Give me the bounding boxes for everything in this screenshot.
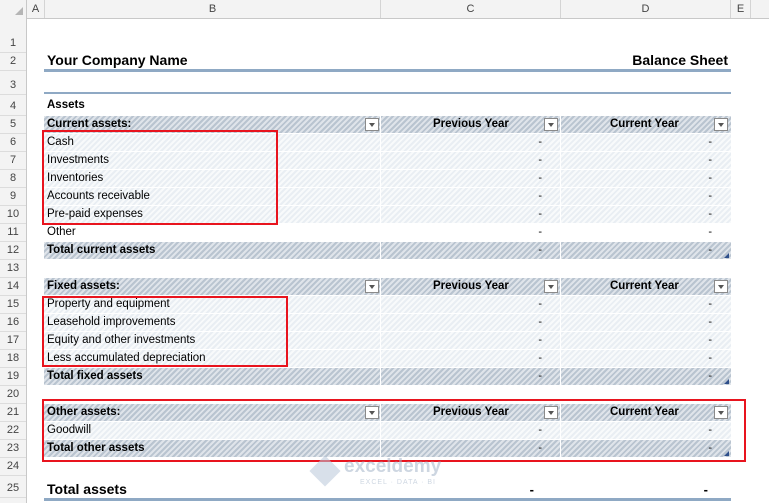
total-assets-rule [44, 498, 731, 501]
row-header[interactable]: 7 [0, 151, 26, 170]
row-header[interactable]: 16 [0, 313, 26, 332]
row-header[interactable]: 9 [0, 187, 26, 206]
column-header-c[interactable]: C [381, 0, 561, 18]
fixed-curr-filter-dropdown[interactable] [714, 280, 728, 293]
fixed-assets-label[interactable]: Fixed assets: [47, 280, 120, 292]
current-prev-filter-dropdown[interactable] [544, 118, 558, 131]
row-header[interactable]: 25 [0, 479, 26, 498]
value-cell[interactable]: - [700, 136, 712, 148]
row-header[interactable]: 3 [0, 76, 26, 95]
value-cell[interactable]: - [700, 370, 712, 382]
value-cell[interactable]: - [530, 226, 542, 238]
value-cell[interactable]: - [700, 298, 712, 310]
column-divider [560, 278, 561, 385]
current-curr-year-header[interactable]: Current Year [610, 118, 679, 130]
fixed-total-label[interactable]: Total fixed assets [47, 370, 143, 382]
value-cell[interactable]: - [700, 244, 712, 256]
value-cell[interactable]: - [530, 190, 542, 202]
assets-rule [44, 92, 731, 94]
current-assets-filter-dropdown[interactable] [365, 118, 379, 131]
value-cell[interactable]: - [530, 136, 542, 148]
value-cell[interactable]: - [530, 172, 542, 184]
select-all-corner[interactable] [0, 0, 27, 18]
total-assets-curr[interactable]: - [696, 482, 708, 497]
value-cell[interactable]: - [700, 352, 712, 364]
value-cell[interactable]: - [530, 154, 542, 166]
fixed-assets-filter-dropdown[interactable] [365, 280, 379, 293]
row-header[interactable]: 14 [0, 277, 26, 296]
row-header[interactable]: 10 [0, 205, 26, 224]
row-header[interactable]: 18 [0, 349, 26, 368]
table-resize-handle[interactable] [724, 253, 729, 258]
value-cell[interactable]: - [700, 208, 712, 220]
highlight-box-fixed [42, 296, 288, 367]
row-header[interactable]: 5 [0, 115, 26, 134]
highlight-box-other [42, 399, 746, 462]
row-header[interactable]: 15 [0, 295, 26, 314]
sheet-title-cell[interactable]: Balance Sheet [632, 52, 728, 68]
exceldemy-watermark: exceldemy EXCEL · DATA · BI [309, 455, 464, 490]
value-cell[interactable]: - [700, 226, 712, 238]
column-divider [380, 116, 381, 259]
column-divider [380, 278, 381, 385]
row-header[interactable]: 12 [0, 241, 26, 260]
value-cell[interactable]: - [530, 316, 542, 328]
value-cell[interactable]: - [530, 370, 542, 382]
row-header[interactable]: 19 [0, 367, 26, 386]
row-header[interactable]: 22 [0, 421, 26, 440]
column-header-a[interactable]: A [27, 0, 45, 18]
value-cell[interactable]: - [700, 172, 712, 184]
value-cell[interactable]: - [530, 334, 542, 346]
watermark-name: exceldemy [344, 456, 442, 477]
fixed-total-row [44, 368, 731, 385]
value-cell[interactable]: - [530, 208, 542, 220]
watermark-tagline: EXCEL · DATA · BI [360, 479, 436, 486]
row-header[interactable]: 8 [0, 169, 26, 188]
value-cell[interactable]: - [700, 154, 712, 166]
row-header[interactable]: 24 [0, 457, 26, 476]
row-header[interactable]: 21 [0, 403, 26, 422]
column-divider [560, 116, 561, 259]
column-header-bar: A B C D E [0, 0, 769, 19]
current-assets-label[interactable]: Current assets: [47, 118, 131, 130]
row-header[interactable]: 1 [0, 34, 26, 53]
value-cell[interactable]: - [530, 352, 542, 364]
column-header-d[interactable]: D [561, 0, 731, 18]
row-header-bar: 1 2 3 4 5 6 7 8 9 10 11 12 13 14 15 16 1… [0, 18, 27, 503]
row-header[interactable]: 17 [0, 331, 26, 350]
current-item-other[interactable]: Other [47, 226, 76, 238]
spreadsheet-view: A B C D E 1 2 3 4 5 6 7 8 9 10 11 12 13 … [0, 0, 769, 503]
value-cell[interactable]: - [530, 244, 542, 256]
row-header[interactable]: 11 [0, 223, 26, 242]
total-assets-label[interactable]: Total assets [47, 481, 127, 497]
fixed-prev-filter-dropdown[interactable] [544, 280, 558, 293]
current-total-label[interactable]: Total current assets [47, 244, 155, 256]
table-resize-handle[interactable] [724, 379, 729, 384]
row-header[interactable]: 4 [0, 97, 26, 116]
total-assets-prev[interactable]: - [522, 482, 534, 497]
value-cell[interactable]: - [530, 298, 542, 310]
title-underline [44, 69, 731, 72]
row-header[interactable]: 6 [0, 133, 26, 152]
table-row [44, 224, 731, 241]
value-cell[interactable]: - [700, 316, 712, 328]
exceldemy-logo-icon [309, 455, 341, 487]
current-prev-year-header[interactable]: Previous Year [433, 118, 509, 130]
row-header[interactable]: 13 [0, 259, 26, 278]
column-header-e[interactable]: E [731, 0, 751, 18]
assets-heading-cell[interactable]: Assets [47, 99, 85, 111]
fixed-prev-year-header[interactable]: Previous Year [433, 280, 509, 292]
row-header[interactable]: 23 [0, 439, 26, 458]
value-cell[interactable]: - [700, 190, 712, 202]
column-header-b[interactable]: B [45, 0, 381, 18]
current-curr-filter-dropdown[interactable] [714, 118, 728, 131]
highlight-box-current [42, 130, 278, 225]
value-cell[interactable]: - [700, 334, 712, 346]
row-header[interactable]: 20 [0, 385, 26, 404]
fixed-curr-year-header[interactable]: Current Year [610, 280, 679, 292]
row-header[interactable]: 2 [0, 52, 26, 71]
company-name-cell[interactable]: Your Company Name [47, 52, 188, 68]
